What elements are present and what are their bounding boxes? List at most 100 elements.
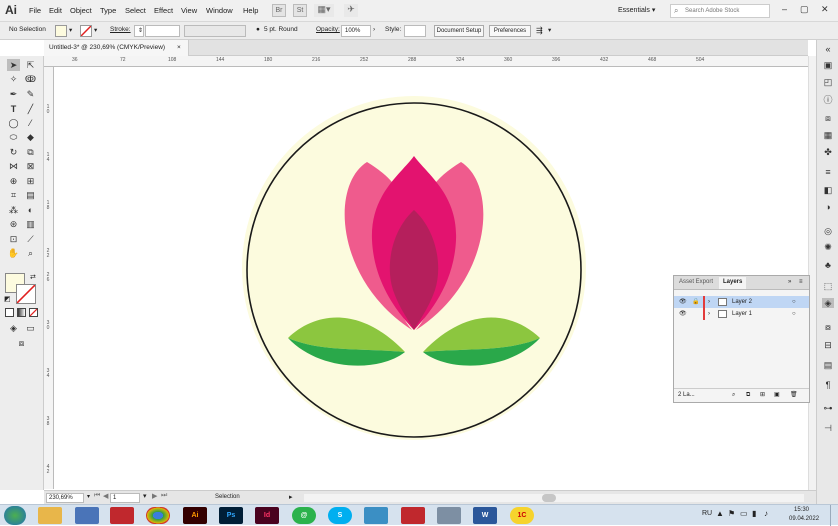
taskbar-photoshop[interactable]: Ps xyxy=(219,507,243,524)
taskbar-explorer[interactable] xyxy=(38,507,62,524)
artboard-number-field[interactable]: 1 xyxy=(110,493,140,503)
transform-icon[interactable]: ⧈ xyxy=(822,113,834,123)
stroke-dropdown-icon[interactable]: ▾ xyxy=(94,26,97,34)
stroke-label[interactable]: Stroke: xyxy=(110,26,131,33)
taskbar-illustrator[interactable]: Ai xyxy=(183,507,207,524)
symbol-sprayer-tool-icon[interactable]: ⊛ xyxy=(7,218,20,230)
workspace-switcher[interactable]: Essentials ▾ xyxy=(618,6,655,14)
stroke-swatch[interactable] xyxy=(80,25,92,37)
symbols-icon[interactable]: ♣ xyxy=(822,260,834,270)
panel-menu-icon[interactable]: ≡ xyxy=(799,279,803,285)
zoom-tool-icon[interactable]: ⌕ xyxy=(24,247,37,259)
tab-asset-export[interactable]: Asset Export xyxy=(679,279,713,285)
visibility-eye-icon[interactable]: 👁 xyxy=(679,308,687,320)
eraser-tool-icon[interactable]: ◆ xyxy=(24,131,37,143)
gradient-panel-icon[interactable]: ◧ xyxy=(822,185,834,195)
free-transform-tool-icon[interactable]: ⊠ xyxy=(24,160,37,172)
curvature-tool-icon[interactable]: ✎ xyxy=(24,88,37,100)
menu-view[interactable]: View xyxy=(181,6,197,15)
tray-expand-icon[interactable]: ▲ xyxy=(716,509,724,518)
fill-dropdown-icon[interactable]: ▾ xyxy=(69,26,72,34)
align-panel-icon[interactable]: ⊟ xyxy=(822,340,834,350)
target-circle-icon[interactable]: ○ xyxy=(792,308,796,320)
clock-date[interactable]: 09.04.2022 xyxy=(789,516,819,522)
next-artboard-icon[interactable]: ▶ xyxy=(152,492,157,500)
first-artboard-icon[interactable]: ⏮ xyxy=(94,492,100,500)
paragraph-icon[interactable]: ¶ xyxy=(822,380,834,390)
transparency-icon[interactable]: ◑ xyxy=(822,202,834,212)
horizontal-scrollbar[interactable] xyxy=(304,494,804,502)
layer-name[interactable]: Layer 2 xyxy=(732,296,752,308)
slice-tool-icon[interactable]: ⟋ xyxy=(24,233,37,245)
fill-swatch[interactable] xyxy=(55,25,67,37)
stroke-weight-field[interactable] xyxy=(145,25,180,37)
column-graph-tool-icon[interactable]: ▥ xyxy=(24,218,37,230)
artboards-icon[interactable]: ⬚ xyxy=(822,281,834,291)
clipping-mask-icon[interactable]: ⧉ xyxy=(746,389,750,401)
taskbar-messenger[interactable]: @ xyxy=(292,507,316,524)
blend-tool-icon[interactable]: ◐ xyxy=(24,204,37,216)
expand-arrow-icon[interactable]: › xyxy=(708,296,710,308)
brush-definition[interactable]: 5 pt. Round xyxy=(264,26,298,33)
language-indicator[interactable]: RU xyxy=(702,510,712,517)
graphic-styles-icon[interactable]: ✺ xyxy=(822,242,834,252)
shape-builder-tool-icon[interactable]: ⊕ xyxy=(7,175,20,187)
taskbar-skype[interactable]: S xyxy=(328,507,352,524)
gradient-tool-icon[interactable]: ▤ xyxy=(24,189,37,201)
last-artboard-icon[interactable]: ⏭ xyxy=(161,492,167,500)
lock-icon[interactable]: 🔒 xyxy=(692,296,699,308)
properties-icon[interactable]: ▣ xyxy=(822,60,834,70)
none-mode-icon[interactable] xyxy=(29,308,38,317)
magic-wand-tool-icon[interactable]: ✧ xyxy=(7,73,20,85)
menu-file[interactable]: File xyxy=(29,6,41,15)
target-circle-icon[interactable]: ○ xyxy=(792,296,796,308)
network-icon[interactable]: ▮ xyxy=(752,509,756,518)
locate-object-icon[interactable]: ⌕ xyxy=(732,389,735,401)
artboard-tool-icon[interactable]: ⊡ xyxy=(7,233,20,245)
menu-type[interactable]: Type xyxy=(100,6,116,15)
style-swatch[interactable] xyxy=(404,25,426,37)
preferences-button[interactable]: Preferences xyxy=(489,25,531,37)
layer-name[interactable]: Layer 1 xyxy=(732,308,752,320)
libraries-icon[interactable]: ◰ xyxy=(822,77,834,87)
paintbrush-tool-icon[interactable]: ⁄ xyxy=(24,117,37,129)
scroll-thumb[interactable] xyxy=(542,494,556,502)
menu-edit[interactable]: Edit xyxy=(49,6,62,15)
character-icon[interactable]: ▤ xyxy=(822,360,834,370)
tab-layers[interactable]: Layers xyxy=(719,277,747,289)
pen-tool-icon[interactable]: ✒ xyxy=(7,88,20,100)
stock-button[interactable]: St xyxy=(293,4,307,17)
edit-toolbar-icon[interactable]: ⧈ xyxy=(15,337,28,349)
stroke-weight-stepper[interactable]: ⇕ xyxy=(134,25,144,37)
opacity-field[interactable]: 100% xyxy=(341,25,371,37)
volume-icon[interactable]: ♪ xyxy=(764,509,768,518)
taskbar-files[interactable] xyxy=(364,507,388,524)
taskbar-1c[interactable]: 1C xyxy=(510,507,534,524)
previous-artboard-icon[interactable]: ◀ xyxy=(103,492,108,500)
taskbar-network[interactable] xyxy=(75,507,99,524)
lasso-tool-icon[interactable]: ↂ xyxy=(24,73,37,85)
menu-effect[interactable]: Effect xyxy=(154,6,173,15)
type-tool-icon[interactable]: T xyxy=(7,103,20,115)
pathfinder-icon[interactable]: ⧇ xyxy=(822,322,834,332)
gpu-performance-icon[interactable]: ✈ xyxy=(344,4,358,17)
delete-layer-icon[interactable]: 🗑 xyxy=(790,389,798,401)
ellipse-tool-icon[interactable]: ◯ xyxy=(7,117,20,129)
taskbar-word[interactable]: W xyxy=(473,507,497,524)
show-desktop-button[interactable] xyxy=(830,505,838,526)
opacity-dropdown-icon[interactable]: › xyxy=(373,26,375,33)
document-tab[interactable]: Untitled-3* @ 230,69% (CMYK/Preview) × xyxy=(44,40,189,56)
default-colors-icon[interactable]: ◩ xyxy=(4,295,11,303)
menu-select[interactable]: Select xyxy=(125,6,146,15)
shaper-tool-icon[interactable]: ⬭ xyxy=(7,131,20,143)
panel-collapse-icon[interactable]: « xyxy=(822,44,834,54)
menu-window[interactable]: Window xyxy=(206,6,233,15)
layer-row[interactable]: 👁 🔒 › Layer 2 ○ xyxy=(674,296,809,308)
zoom-dropdown-icon[interactable]: ▾ xyxy=(87,493,90,500)
swatches-icon[interactable]: ▦ xyxy=(822,130,834,140)
navigator-icon[interactable]: ⊣ xyxy=(822,423,834,433)
close-icon[interactable]: ✕ xyxy=(821,4,829,15)
tab-close-icon[interactable]: × xyxy=(177,40,181,56)
vertical-scrollbar[interactable] xyxy=(808,56,816,490)
width-tool-icon[interactable]: ⋈ xyxy=(7,160,20,172)
